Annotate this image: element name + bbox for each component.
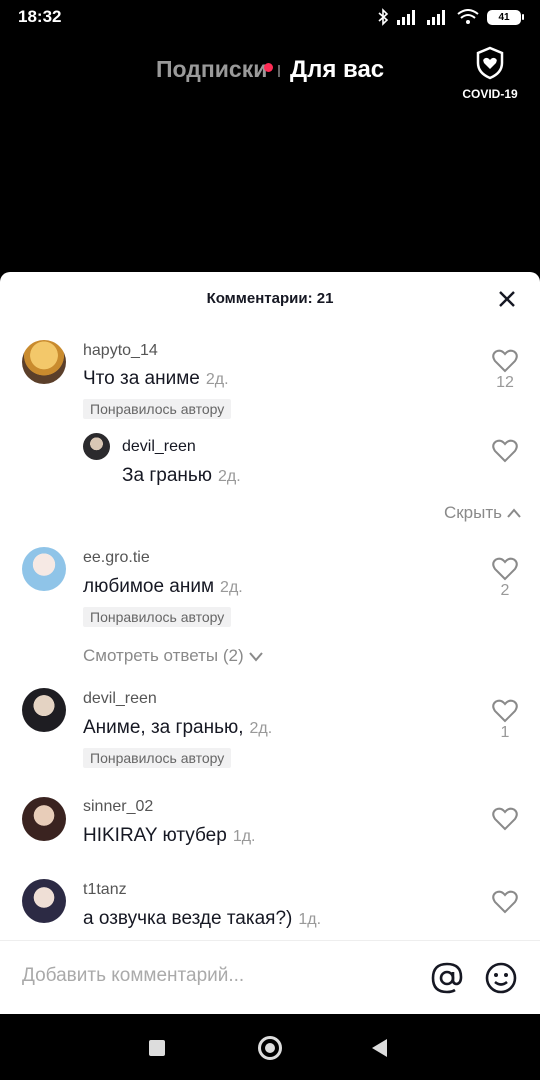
comment-time: 2д. bbox=[218, 468, 241, 485]
covid-button[interactable]: COVID-19 bbox=[460, 46, 520, 101]
signal-icon bbox=[397, 10, 415, 25]
comment-time: 2д. bbox=[205, 371, 229, 388]
status-bar: 18:32 41 bbox=[0, 0, 540, 34]
comment-body: любимое аним bbox=[83, 576, 215, 597]
liked-by-author-badge: Понравилось автору bbox=[83, 399, 232, 419]
comment-username[interactable]: devil_reen bbox=[83, 690, 157, 708]
comment-input-bar: Добавить комментарий... bbox=[0, 940, 540, 1014]
comment-text: любимое аним 2д. bbox=[83, 576, 243, 598]
comment-input[interactable]: Добавить комментарий... bbox=[22, 965, 244, 987]
comment-body: а озвучка везде такая?) bbox=[83, 908, 293, 929]
comment-body: Что за аниме bbox=[83, 368, 200, 389]
notification-dot bbox=[264, 63, 273, 72]
heart-icon[interactable] bbox=[492, 890, 518, 914]
comment-username[interactable]: hapyto_14 bbox=[83, 342, 158, 360]
status-time: 18:32 bbox=[18, 7, 62, 26]
comment-username[interactable]: t1tanz bbox=[83, 881, 127, 899]
tab-for-you[interactable]: Для вас bbox=[290, 56, 384, 84]
comment-body: Аниме, за гранью, bbox=[83, 717, 244, 738]
comment-username[interactable]: ee.gro.tie bbox=[83, 549, 150, 567]
view-replies-button[interactable]: Смотреть ответы (2) bbox=[83, 646, 264, 666]
heart-icon[interactable] bbox=[492, 439, 518, 463]
heart-icon[interactable] bbox=[492, 699, 518, 723]
collapse-label: Скрыть bbox=[443, 503, 502, 522]
chevron-down-icon bbox=[248, 652, 263, 662]
chevron-up-icon bbox=[507, 508, 521, 518]
status-icons: 41 bbox=[377, 8, 524, 26]
recents-icon[interactable] bbox=[149, 1040, 165, 1056]
liked-by-author-badge: Понравилось автору bbox=[83, 748, 232, 768]
emoji-icon[interactable] bbox=[484, 961, 518, 995]
tab-divider bbox=[278, 65, 280, 77]
battery-icon: 41 bbox=[487, 9, 524, 25]
back-icon[interactable] bbox=[372, 1039, 387, 1057]
close-icon[interactable] bbox=[498, 290, 516, 308]
like-count: 1 bbox=[500, 724, 510, 741]
top-nav: Подписки Для вас bbox=[0, 54, 540, 90]
comments-sheet: Комментарии: 21 hapyto_14 Что за аниме 2д… bbox=[0, 272, 540, 1014]
covid-label: COVID-19 bbox=[462, 87, 518, 101]
signal-icon-2 bbox=[427, 10, 445, 25]
comments-title: Комментарии: 21 bbox=[206, 290, 334, 307]
comment-time: 1д. bbox=[298, 911, 322, 928]
like-count: 12 bbox=[496, 374, 514, 391]
view-replies-label: Смотреть ответы (2) bbox=[83, 646, 244, 665]
comment-username[interactable]: devil_reen bbox=[122, 438, 196, 456]
comment-body: За гранью bbox=[122, 465, 213, 486]
like-count: 2 bbox=[500, 582, 510, 599]
comment-text: а озвучка везде такая?) 1д. bbox=[83, 908, 321, 930]
collapse-replies-button[interactable]: Скрыть bbox=[444, 503, 522, 523]
mention-icon[interactable] bbox=[430, 961, 464, 995]
comment-text: HIKIRAY ютубер 1д. bbox=[83, 825, 256, 847]
battery-level: 41 bbox=[487, 9, 521, 25]
avatar[interactable] bbox=[22, 797, 66, 841]
comment-text: За гранью 2д. bbox=[122, 465, 241, 487]
comment-body: HIKIRAY ютубер bbox=[83, 825, 227, 846]
heart-icon[interactable] bbox=[492, 557, 518, 581]
comment-time: 1д. bbox=[232, 828, 256, 845]
comments-header: Комментарии: 21 bbox=[0, 272, 540, 326]
comment-text: Аниме, за гранью, 2д. bbox=[83, 717, 272, 739]
home-icon[interactable] bbox=[258, 1036, 282, 1060]
comment-text: Что за аниме 2д. bbox=[83, 368, 229, 390]
avatar[interactable] bbox=[22, 547, 66, 591]
comment-time: 2д. bbox=[220, 579, 243, 596]
bluetooth-icon bbox=[378, 8, 389, 26]
avatar[interactable] bbox=[22, 688, 66, 732]
avatar[interactable] bbox=[83, 433, 110, 460]
liked-by-author-badge: Понравилось автору bbox=[83, 607, 232, 627]
heart-icon[interactable] bbox=[492, 349, 518, 373]
comment-username[interactable]: sinner_02 bbox=[83, 798, 153, 816]
shield-heart-icon bbox=[476, 46, 504, 80]
heart-icon[interactable] bbox=[492, 807, 518, 831]
avatar[interactable] bbox=[22, 879, 66, 923]
avatar[interactable] bbox=[22, 340, 66, 384]
wifi-icon bbox=[457, 9, 479, 24]
comment-time: 2д. bbox=[249, 720, 273, 737]
tab-following[interactable]: Подписки bbox=[156, 56, 267, 83]
system-nav-bar bbox=[0, 1014, 540, 1080]
